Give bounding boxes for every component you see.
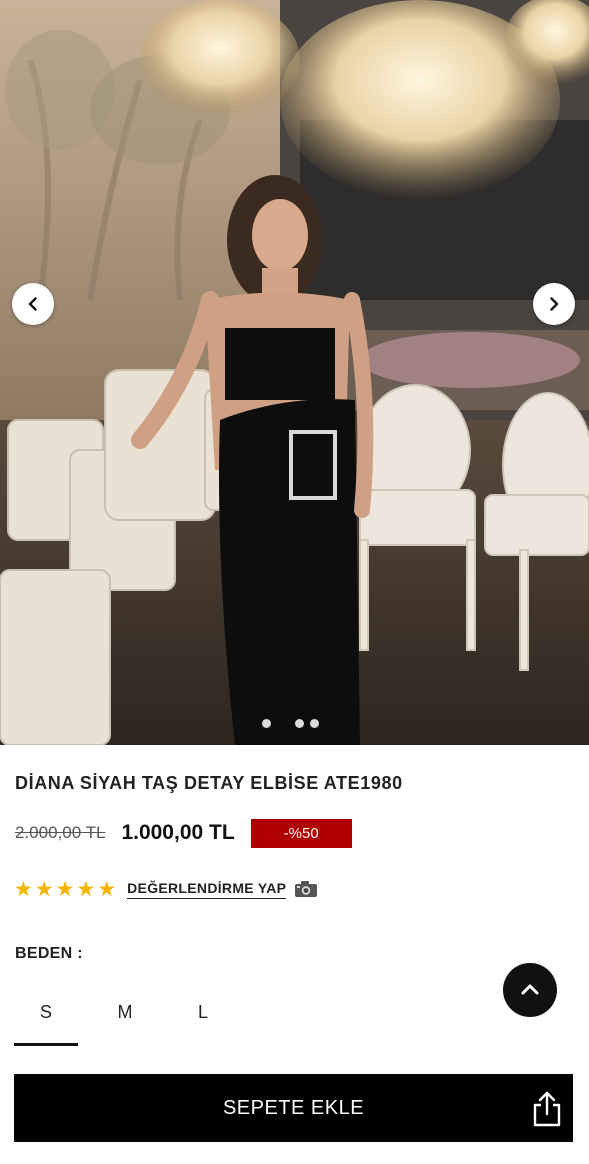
current-price: 1.000,00 TL [121, 821, 235, 844]
size-option-s[interactable]: S [14, 996, 78, 1046]
camera-icon [295, 881, 318, 897]
chevron-up-icon [521, 984, 539, 995]
chevron-right-icon [550, 297, 559, 311]
old-price: 2.000,00 TL [15, 823, 106, 842]
gallery-next-button[interactable] [533, 283, 575, 325]
star-icon: ★ [76, 877, 96, 901]
size-option-m[interactable]: M [86, 996, 164, 1046]
size-selector: S M L [14, 996, 242, 1046]
gallery-dot[interactable] [295, 719, 304, 728]
star-icon: ★ [55, 877, 75, 901]
chevron-left-icon [28, 297, 37, 311]
product-page: DİANA SİYAH TAŞ DETAY ELBİSE ATE1980 2.0… [0, 0, 589, 1164]
scroll-to-top-button[interactable] [503, 963, 557, 1017]
product-photo [0, 0, 589, 745]
size-option-l[interactable]: L [164, 996, 242, 1046]
gallery-dot[interactable] [310, 719, 319, 728]
gallery-pagination [262, 719, 319, 728]
price-row: 2.000,00 TL 1.000,00 TL -%50 [15, 818, 352, 848]
write-review-link[interactable]: DEĞERLENDİRME YAP [127, 880, 287, 899]
product-gallery[interactable] [0, 0, 589, 745]
add-to-cart-button[interactable]: SEPETE EKLE [14, 1074, 573, 1142]
gallery-dot[interactable] [262, 719, 271, 728]
star-icon: ★ [97, 877, 117, 901]
add-to-cart-label: SEPETE EKLE [222, 1096, 365, 1119]
share-icon[interactable] [531, 1090, 563, 1128]
product-title: DİANA SİYAH TAŞ DETAY ELBİSE ATE1980 [15, 773, 403, 793]
rating-row: ★ ★ ★ ★ ★ DEĞERLENDİRME YAP [14, 877, 318, 901]
star-rating: ★ ★ ★ ★ ★ [14, 879, 116, 900]
star-icon: ★ [14, 877, 33, 901]
size-label: BEDEN : [15, 945, 83, 962]
gallery-prev-button[interactable] [12, 283, 54, 325]
star-icon: ★ [34, 877, 54, 901]
discount-badge: -%50 [250, 818, 352, 848]
